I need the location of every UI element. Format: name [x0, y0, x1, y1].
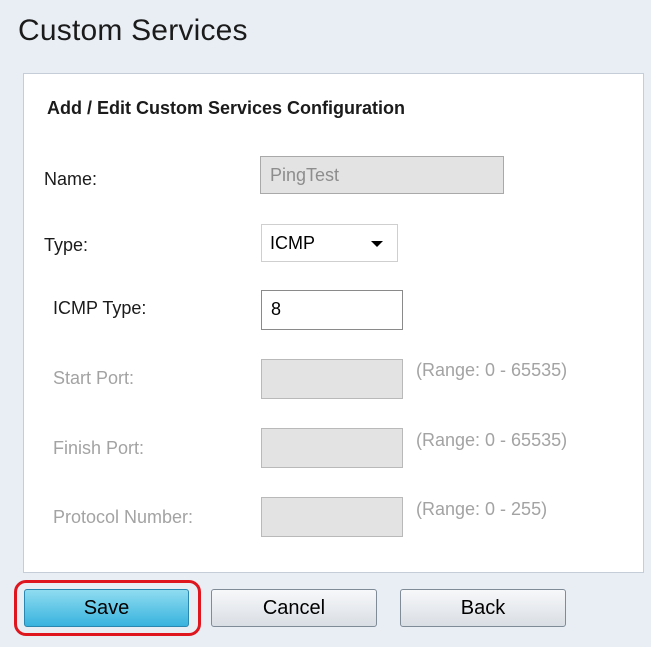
chevron-down-icon — [371, 241, 383, 247]
finish-port-field[interactable] — [261, 428, 403, 468]
start-port-range: (Range: 0 - 65535) — [416, 360, 568, 380]
name-label: Name: — [44, 169, 98, 189]
protocol-number-label: Protocol Number: — [53, 507, 194, 527]
name-field[interactable]: PingTest — [260, 156, 504, 194]
cancel-button[interactable]: Cancel — [211, 589, 377, 627]
start-port-field[interactable] — [261, 359, 403, 399]
type-select-value: ICMP — [270, 233, 315, 253]
start-port-label: Start Port: — [53, 368, 135, 388]
page-title: Custom Services — [18, 14, 248, 47]
icmp-type-label: ICMP Type: — [53, 298, 147, 318]
type-select[interactable]: ICMP — [261, 224, 398, 262]
icmp-type-field[interactable]: 8 — [261, 290, 403, 330]
config-panel: Add / Edit Custom Services Configuration… — [23, 73, 644, 573]
back-button[interactable]: Back — [400, 589, 566, 627]
finish-port-label: Finish Port: — [53, 438, 145, 458]
panel-heading: Add / Edit Custom Services Configuration — [47, 98, 406, 118]
protocol-number-field[interactable] — [261, 497, 403, 537]
protocol-number-range: (Range: 0 - 255) — [416, 499, 548, 519]
type-label: Type: — [44, 235, 89, 255]
finish-port-range: (Range: 0 - 65535) — [416, 430, 568, 450]
save-highlight-outline — [14, 580, 201, 636]
